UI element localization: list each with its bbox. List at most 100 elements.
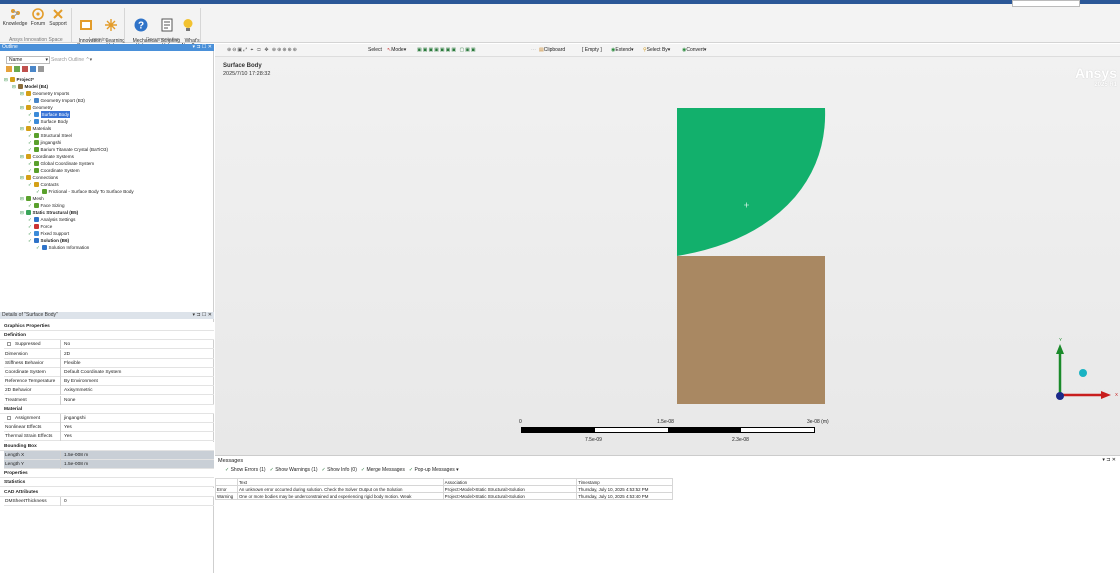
filter-icon[interactable]: [22, 66, 28, 72]
details-category[interactable]: Material: [0, 404, 214, 414]
panel-controls-icon[interactable]: ▾ ⊐ ✕: [1102, 457, 1116, 463]
quick-search-input[interactable]: [1012, 0, 1080, 7]
details-row[interactable]: Dimension 2D: [4, 349, 214, 359]
details-row[interactable]: Length X 1.5e-008 m: [4, 450, 214, 460]
knowledge-button[interactable]: Knowledge: [2, 7, 28, 28]
tree-node[interactable]: ⊟ Materials: [20, 125, 51, 132]
tree-node[interactable]: ✓ Barium Titanate Crystal (BaTiO3): [28, 146, 108, 153]
message-row[interactable]: Error An unknown error occurred during so…: [215, 485, 673, 493]
details-row[interactable]: DMSheetThickness 0: [4, 496, 214, 506]
details-row[interactable]: Length Y 1.5e-008 m: [4, 460, 214, 469]
expand-icon[interactable]: [6, 66, 12, 72]
tree-node[interactable]: ✓ Contacts: [28, 181, 59, 188]
tree-node[interactable]: ✓ Face Sizing: [28, 202, 65, 209]
tree-node-label: Face Sizing: [40, 203, 65, 208]
details-row[interactable]: Thermal Strain Effects Yes: [4, 432, 214, 442]
tree-node[interactable]: ⊟ Model (B4): [12, 83, 48, 90]
tree-node[interactable]: ✓ Surface Body: [28, 118, 68, 125]
collapse-icon[interactable]: [14, 66, 20, 72]
tree-node[interactable]: ⊟ Geometry: [20, 104, 53, 111]
details-row[interactable]: Coordinate System Default Coordinate Syst…: [4, 368, 214, 377]
mode-dropdown[interactable]: ↖Mode▾: [387, 44, 406, 56]
message-filter-toggle[interactable]: ✓ Show Warnings (1): [270, 467, 318, 475]
tree-node[interactable]: ✓ Global Coordinate System: [28, 160, 94, 167]
tree-node[interactable]: ✓ Solution Information: [36, 244, 89, 251]
clipboard-button[interactable]: ▤Clipboard: [539, 44, 565, 56]
details-row[interactable]: 2D Behavior Axisymmetric: [4, 386, 214, 396]
tree-node[interactable]: ⊟ Connections: [20, 174, 58, 181]
forum-button[interactable]: Forum: [29, 7, 47, 28]
tree-node[interactable]: ✓ jingangshi: [28, 139, 61, 146]
property-value[interactable]: 1.5e-008 m: [64, 451, 88, 460]
checkbox[interactable]: [7, 342, 11, 347]
panel-controls-icon[interactable]: ▾ ⊐ ☐ ✕: [192, 312, 212, 319]
more-icon[interactable]: ⋯: [531, 44, 536, 56]
search-up-icon[interactable]: ⌃▾: [85, 57, 92, 63]
details-category[interactable]: Definition: [0, 331, 214, 341]
outline-search-input[interactable]: Search Outline ⌃▾: [51, 56, 103, 64]
property-value[interactable]: Yes: [64, 432, 72, 441]
property-value[interactable]: No: [64, 340, 70, 349]
sort-icon[interactable]: [30, 66, 36, 72]
support-button[interactable]: Support: [47, 7, 69, 28]
convert-button[interactable]: ◉Convert▾: [682, 44, 706, 56]
select-by-button[interactable]: ⚲Select By▾: [643, 44, 670, 56]
zoom-tool-icons[interactable]: ⊕⊖▣⤢ ⌖ ⬭ ✥ ⊕⊕⊕⊕⊕: [227, 44, 298, 56]
tree-node[interactable]: ✓ Coordinate System: [28, 167, 80, 174]
message-filter-toggle[interactable]: ✓ Merge Messages: [361, 467, 405, 475]
details-row[interactable]: Stiffness Behavior Flexible: [4, 358, 214, 368]
message-filter-toggle[interactable]: ✓ Show Errors (1): [225, 467, 266, 475]
property-value[interactable]: Axisymmetric: [64, 386, 93, 395]
column-header[interactable]: Association: [442, 478, 578, 486]
message-filter-toggle[interactable]: ✓ Show Info (0): [322, 467, 357, 475]
details-category[interactable]: Bounding Box: [0, 441, 214, 451]
tree-node[interactable]: ⊟ Geometry Imports: [20, 90, 69, 97]
select-button[interactable]: Select: [368, 44, 382, 56]
details-row[interactable]: Suppressed No: [4, 340, 214, 350]
details-row[interactable]: Reference Temperature By Environment: [4, 377, 214, 387]
message-filter-toggle[interactable]: ✓ Pop-up Messages ▾: [409, 467, 459, 475]
property-value[interactable]: 0: [64, 497, 67, 506]
property-value[interactable]: By Environment: [64, 377, 98, 386]
details-category[interactable]: Properties: [0, 469, 214, 479]
property-value[interactable]: None: [64, 396, 75, 405]
tree-node[interactable]: ⊟ Mesh: [20, 195, 44, 202]
tree-node[interactable]: ✓ Solution (B6): [28, 237, 69, 244]
panel-controls-icon[interactable]: ▾ ⊐ ☐ ✕: [192, 44, 212, 51]
extend-button[interactable]: ◉Extend▾: [611, 44, 633, 56]
selection-filter-icons[interactable]: ▣▣▣▣▣▣▣ ▢▣▣: [417, 44, 477, 56]
tree-node-icon: [26, 105, 31, 110]
details-row[interactable]: Nonlinear Effects Yes: [4, 423, 214, 433]
property-value[interactable]: Default Coordinate System: [64, 368, 121, 377]
tree-node[interactable]: ✓ Surface Body: [28, 111, 71, 118]
outline-name-filter[interactable]: Name ▾: [6, 56, 50, 64]
property-value[interactable]: 2D: [64, 350, 70, 359]
property-value[interactable]: Flexible: [64, 359, 81, 368]
column-header[interactable]: Text: [236, 478, 444, 486]
tree-node[interactable]: ✓ Frictional - Surface Body To Surface Bo…: [36, 188, 134, 195]
tree-node[interactable]: ✓ Fixed Support: [28, 230, 69, 237]
options-icon[interactable]: [38, 66, 44, 72]
tree-node[interactable]: ✓ Analysis Settings: [28, 216, 75, 223]
details-category[interactable]: CAD Attributes: [0, 487, 214, 497]
details-row[interactable]: Treatment None: [4, 395, 214, 405]
tree-node[interactable]: ⊟ Static Structural (B5): [20, 209, 78, 216]
property-value[interactable]: jingangshi: [64, 414, 86, 423]
tree-node[interactable]: ⊟ Coordinate Systems: [20, 153, 74, 160]
select-label: Select: [368, 47, 382, 53]
tree-node[interactable]: ✓ Geometry Import (B3): [28, 97, 85, 104]
details-category[interactable]: Statistics: [0, 478, 214, 488]
property-value[interactable]: 1.5e-008 m: [64, 460, 88, 469]
column-header[interactable]: Timestamp: [576, 478, 673, 486]
details-category[interactable]: Graphics Properties: [0, 322, 214, 331]
checkbox[interactable]: [7, 415, 11, 420]
property-value[interactable]: Yes: [64, 423, 72, 432]
mode-label: Mode: [391, 47, 404, 53]
tree-node[interactable]: ✓ Force: [28, 223, 52, 230]
details-row[interactable]: Assignment jingangshi: [4, 414, 214, 423]
tree-node[interactable]: ⊟ Project*: [4, 76, 34, 83]
message-row[interactable]: Warning One or more bodies may be underco…: [215, 492, 673, 500]
column-header[interactable]: [215, 478, 238, 486]
tree-node[interactable]: ✓ Structural Steel: [28, 132, 72, 139]
graphics-viewport[interactable]: Surface Body 2025/7/10 17:28:32 Ansys 20…: [215, 57, 1120, 455]
